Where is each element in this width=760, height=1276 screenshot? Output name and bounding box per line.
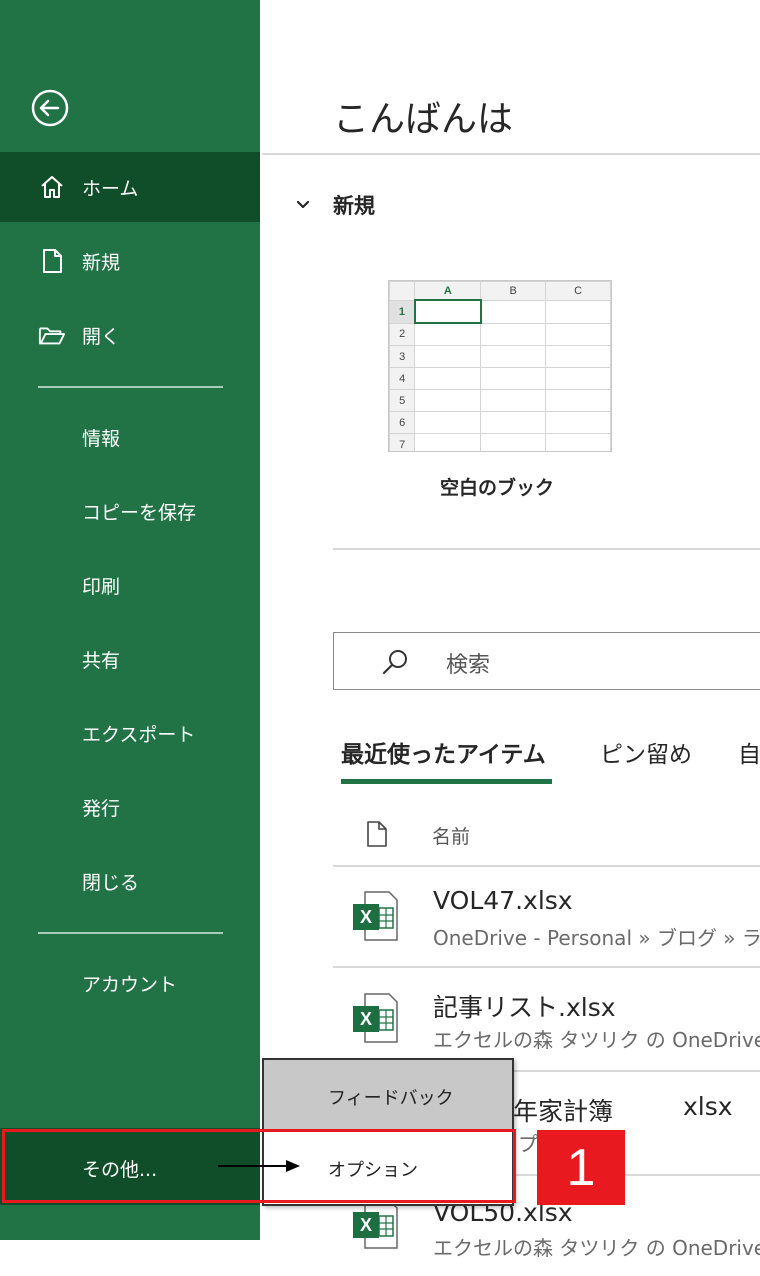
file-name: VOL47.xlsx — [433, 886, 573, 915]
search-input[interactable]: 検索 — [333, 632, 760, 690]
file-name: 記事リスト.xlsx — [433, 993, 616, 1022]
arrow-right-icon — [218, 1158, 302, 1174]
sidebar-item-account[interactable]: アカウント — [0, 948, 260, 1018]
home-icon — [38, 173, 66, 201]
file-path: プ — [518, 1132, 538, 1156]
sidebar-item-label: 印刷 — [82, 575, 121, 598]
new-document-icon — [38, 247, 66, 275]
file-path: OneDrive - Personal » ブログ » ラ — [433, 926, 760, 950]
file-type-icon — [366, 820, 388, 852]
tab-shared[interactable]: 自 — [738, 735, 760, 769]
backstage-sidebar: ホーム 新規 開く 情報 コピーを保存 印刷 共有 エクスポート 発行 閉じる … — [0, 0, 260, 1240]
active-cell — [413, 299, 482, 324]
row-header: 2 — [389, 322, 416, 346]
file-path: エクセルの森 タツリク の OneDrive » — [433, 1028, 760, 1052]
tab-recent[interactable]: 最近使ったアイテム — [341, 735, 546, 769]
sidebar-item-label: 情報 — [82, 427, 121, 450]
sidebar-item-label: ホーム — [82, 177, 139, 200]
sidebar-item-label: 新規 — [82, 251, 121, 274]
menu-item-feedback[interactable]: フィードバック — [264, 1060, 512, 1130]
sidebar-item-info[interactable]: 情報 — [0, 402, 260, 472]
sidebar-item-share[interactable]: 共有 — [0, 624, 260, 694]
sidebar-item-label: 閉じる — [82, 871, 140, 894]
menu-item-label: オプション — [328, 1160, 418, 1181]
svg-text:X: X — [360, 1009, 372, 1029]
folder-open-icon — [38, 321, 66, 349]
row-header: 6 — [389, 411, 416, 434]
sidebar-item-label: 発行 — [82, 797, 121, 820]
row-header: 7 — [389, 433, 416, 451]
section-divider — [333, 548, 760, 550]
sidebar-item-open[interactable]: 開く — [0, 300, 260, 370]
list-divider — [333, 966, 760, 968]
search-icon — [380, 647, 410, 681]
blank-workbook-label: 空白のブック — [440, 477, 555, 499]
other-flyout-menu: フィードバック オプション — [262, 1058, 514, 1206]
sidebar-item-label: 共有 — [82, 649, 121, 672]
file-row[interactable]: X 記事リスト.xlsx エクセルの森 タツリク の OneDrive » — [333, 970, 760, 1070]
sidebar-item-export[interactable]: エクスポート — [0, 698, 260, 768]
sidebar-item-close[interactable]: 閉じる — [0, 846, 260, 916]
chevron-down-icon — [295, 199, 315, 211]
row-header: 4 — [389, 367, 416, 390]
new-section-title: 新規 — [333, 194, 375, 218]
sidebar-item-label: その他... — [82, 1159, 158, 1181]
sidebar-item-print[interactable]: 印刷 — [0, 550, 260, 620]
column-header: A — [414, 281, 482, 301]
sidebar-item-new[interactable]: 新規 — [0, 226, 260, 296]
blank-workbook-thumbnail[interactable]: A B C 1 2 3 4 5 6 7 — [388, 280, 612, 452]
new-section-header[interactable]: 新規 — [295, 190, 375, 220]
sidebar-divider — [38, 932, 223, 934]
sidebar-item-label: アカウント — [82, 973, 178, 996]
header-divider — [262, 153, 760, 155]
greeting-title: こんばんは — [333, 99, 514, 140]
search-placeholder: 検索 — [446, 653, 491, 678]
sidebar-item-save-copy[interactable]: コピーを保存 — [0, 476, 260, 546]
sidebar-item-label: エクスポート — [82, 723, 196, 746]
column-header: C — [545, 281, 611, 301]
file-path: エクセルの森 タツリク の OneDrive » — [433, 1236, 760, 1260]
file-name: 年家計簿 — [513, 1097, 614, 1126]
excel-file-icon: X — [351, 890, 399, 942]
active-tab-indicator — [341, 779, 552, 784]
file-row[interactable]: X VOL47.xlsx OneDrive - Personal » ブログ »… — [333, 868, 760, 968]
back-arrow-icon[interactable] — [30, 88, 70, 128]
sidebar-divider — [38, 386, 223, 388]
sidebar-item-label: 開く — [82, 325, 121, 348]
tab-pinned[interactable]: ピン留め — [600, 735, 692, 769]
svg-text:X: X — [360, 907, 372, 927]
sidebar-item-label: コピーを保存 — [82, 501, 197, 524]
file-extension: xlsx — [683, 1092, 733, 1121]
list-divider — [333, 865, 760, 867]
row-header: 3 — [389, 345, 416, 368]
excel-file-icon: X — [351, 992, 399, 1044]
sidebar-item-publish[interactable]: 発行 — [0, 772, 260, 842]
sidebar-item-home[interactable]: ホーム — [0, 152, 260, 222]
corner-cell — [389, 281, 416, 301]
row-header: 1 — [389, 299, 416, 324]
row-header: 5 — [389, 389, 416, 412]
svg-text:X: X — [360, 1215, 372, 1235]
step-number-badge: 1 — [537, 1130, 625, 1205]
menu-item-label: フィードバック — [328, 1088, 454, 1109]
column-header: B — [480, 281, 547, 301]
column-header-name[interactable]: 名前 — [432, 822, 470, 849]
